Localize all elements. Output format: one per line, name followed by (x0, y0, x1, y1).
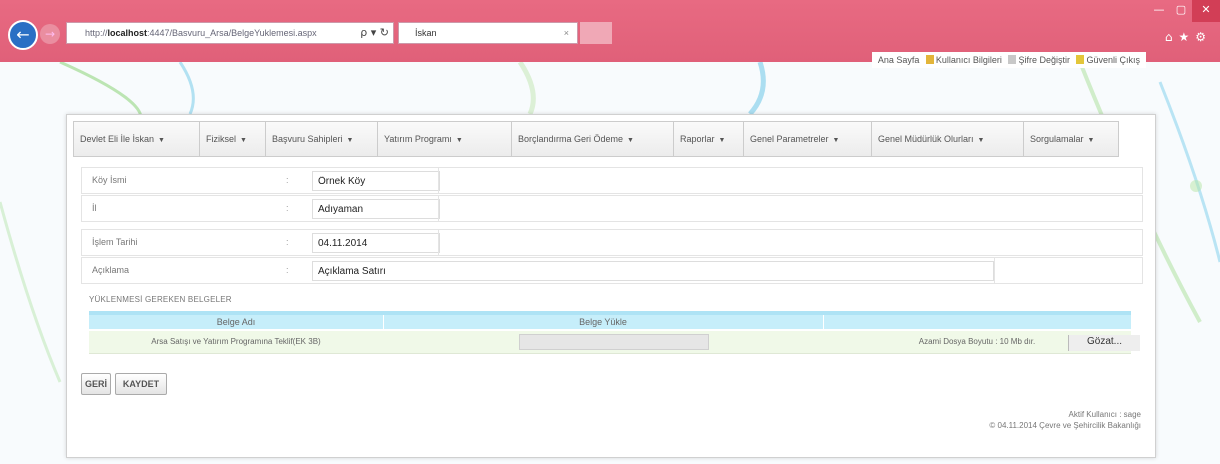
empty-cell (438, 230, 1143, 255)
back-button[interactable]: GERİ (81, 373, 111, 395)
form-row-village: Köy İsmi : (81, 167, 1143, 194)
description-field[interactable] (312, 261, 994, 281)
empty-cell (994, 258, 1143, 283)
chevron-down-icon: ▼ (346, 137, 354, 144)
field-colon: : (286, 265, 289, 275)
menu-label: Sorgulamalar (1030, 134, 1084, 144)
minimize-icon[interactable]: — (1148, 0, 1170, 22)
user-info-link[interactable]: Kullanıcı Bilgileri (936, 55, 1002, 65)
form-row-description: Açıklama : (81, 257, 1143, 284)
menu-label: Fiziksel (206, 134, 237, 144)
back-icon[interactable]: ← (8, 20, 38, 50)
address-path: :4447/Basvuru_Arsa/BelgeYuklemesi.aspx (147, 28, 317, 38)
home-link[interactable]: Ana Sayfa (878, 55, 920, 65)
address-bar[interactable]: http://localhost:4447/Basvuru_Arsa/Belge… (66, 22, 394, 44)
file-upload-field[interactable]: Gözat... (519, 334, 1140, 351)
village-name-field[interactable] (312, 171, 440, 191)
empty-cell (438, 196, 1143, 221)
chevron-down-icon: ▼ (1087, 137, 1095, 144)
browser-toolbar-icons[interactable]: ⌂★⚙ (1165, 30, 1212, 44)
field-label: Açıklama (92, 265, 130, 275)
province-field[interactable] (312, 199, 440, 219)
empty-cell (438, 168, 1143, 193)
chevron-down-icon: ▼ (455, 137, 463, 144)
browser-tab[interactable]: İskan × (398, 22, 578, 44)
menu-label: Devlet Eli İle İskan (80, 134, 155, 144)
document-name: Arsa Satışı ve Yatırım Programına Teklif… (151, 337, 321, 346)
column-header-document-name: Belge Adı (89, 315, 384, 329)
menu-sorgulamalar[interactable]: Sorgulamalar ▼ (1024, 122, 1120, 156)
field-colon: : (286, 175, 289, 185)
field-label: İl (92, 203, 97, 213)
menu-fiziksel[interactable]: Fiziksel ▼ (200, 122, 266, 156)
chevron-down-icon: ▼ (240, 137, 247, 144)
menu-label: Yatırım Programı (384, 134, 452, 144)
change-password-link[interactable]: Şifre Değiştir (1018, 55, 1070, 65)
chevron-down-icon: ▼ (718, 137, 726, 144)
column-header-size (823, 315, 1131, 329)
active-user-text: Aktif Kullanıcı : sage (1068, 410, 1141, 419)
tab-close-icon[interactable]: × (564, 23, 569, 43)
forward-icon[interactable]: → (40, 24, 60, 44)
new-tab-button[interactable] (580, 22, 612, 44)
menu-bar: Devlet Eli İle İskan ▼ Fiziksel ▼ Başvuru … (73, 121, 1119, 157)
close-window-icon[interactable]: ✕ (1192, 0, 1220, 22)
required-documents-title: YÜKLENMESİ GEREKEN BELGELER (89, 295, 232, 304)
field-label: İşlem Tarihi (92, 237, 138, 247)
address-host: localhost (107, 28, 148, 38)
menu-yatirim-programi[interactable]: Yatırım Programı ▼ (378, 122, 512, 156)
top-links: Ana Sayfa Kullanıcı Bilgileri Şifre Deği… (871, 52, 1146, 68)
logout-icon (1076, 55, 1085, 64)
menu-genel-mudurluk-olurlari[interactable]: Genel Müdürlük Olurları ▼ (872, 122, 1024, 156)
max-file-size-note: Azami Dosya Boyutu : 10 Mb dır. (918, 337, 1036, 346)
chevron-down-icon: ▼ (832, 137, 840, 144)
field-colon: : (286, 237, 289, 247)
key-icon (1008, 55, 1017, 64)
user-icon (925, 55, 934, 64)
chevron-down-icon: ▼ (627, 137, 634, 144)
main-panel: Devlet Eli İle İskan ▼ Fiziksel ▼ Başvuru … (66, 114, 1156, 458)
save-button[interactable]: KAYDET (115, 373, 167, 395)
footer: Aktif Kullanıcı : sage © 04.11.2014 Çevr… (989, 409, 1141, 431)
address-tools-icon[interactable]: ρ ▾ ↻ (360, 23, 389, 43)
menu-label: Başvuru Sahipleri (272, 134, 343, 144)
menu-genel-parametreler[interactable]: Genel Parametreler ▼ (744, 122, 872, 156)
menu-devlet-eli-ile-iskan[interactable]: Devlet Eli İle İskan ▼ (74, 122, 200, 156)
menu-label: Genel Parametreler (750, 134, 829, 144)
field-colon: : (286, 203, 289, 213)
address-prefix: http:// (85, 28, 108, 38)
menu-label: Genel Müdürlük Olurları (878, 134, 974, 144)
form-row-date: İşlem Tarihi : (81, 229, 1143, 256)
chevron-down-icon: ▼ (977, 137, 985, 144)
menu-label: Raporlar (680, 134, 715, 144)
documents-table-header: Belge Adı Belge Yükle (89, 311, 1131, 329)
copyright-text: © 04.11.2014 Çevre ve Şehircilik Bakanlı… (989, 421, 1141, 430)
menu-borclandirma-geri-odeme[interactable]: Borçlandırma Geri Ödeme ▼ (512, 122, 674, 156)
menu-basvuru-sahipleri[interactable]: Başvuru Sahipleri ▼ (266, 122, 378, 156)
field-label: Köy İsmi (92, 175, 127, 185)
column-header-upload: Belge Yükle (383, 315, 824, 329)
maximize-icon[interactable]: ▢ (1170, 0, 1192, 22)
table-row: Arsa Satışı ve Yatırım Programına Teklif… (89, 331, 1140, 354)
tab-title: İskan (415, 28, 437, 38)
logout-link[interactable]: Güvenli Çıkış (1086, 55, 1140, 65)
menu-raporlar[interactable]: Raporlar ▼ (674, 122, 744, 156)
menu-label: Borçlandırma Geri Ödeme (518, 134, 624, 144)
chevron-down-icon: ▼ (158, 137, 165, 144)
form-row-province: İl : (81, 195, 1143, 222)
process-date-field[interactable] (312, 233, 440, 253)
